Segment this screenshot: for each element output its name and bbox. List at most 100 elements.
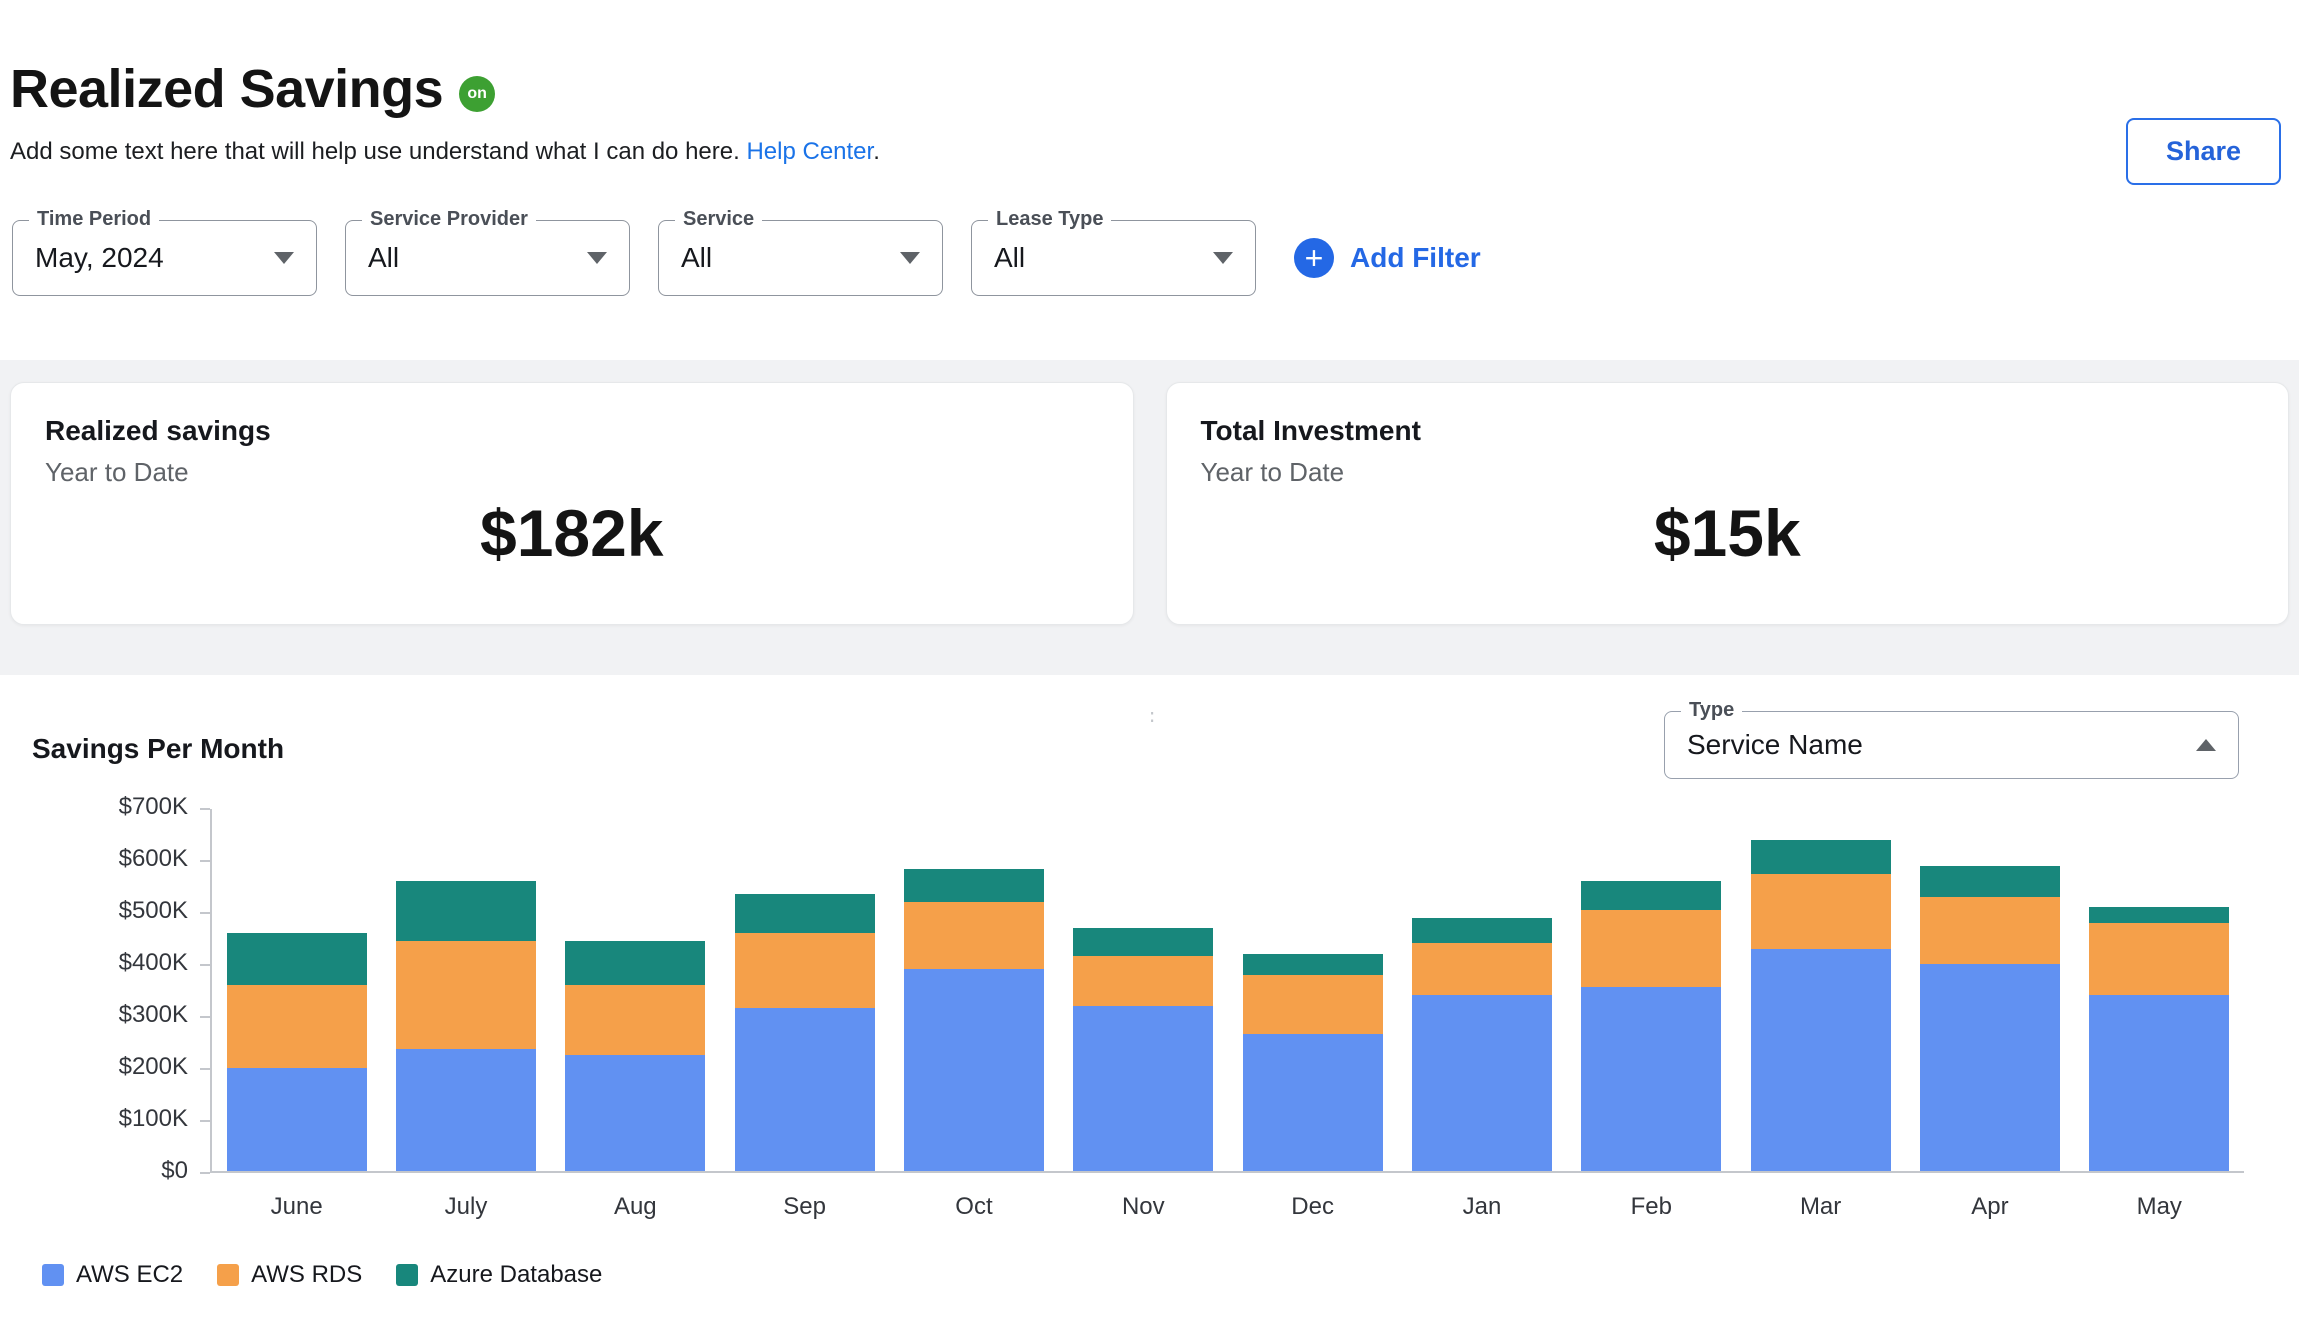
card-title: Total Investment	[1201, 415, 2255, 447]
page-title: Realized Savings	[10, 58, 443, 120]
bar-segment[interactable]	[227, 933, 367, 985]
bar-segment[interactable]	[1412, 918, 1552, 944]
bar-segment[interactable]	[1243, 1034, 1383, 1171]
plus-icon: +	[1294, 238, 1334, 278]
bar-segment[interactable]	[1581, 881, 1721, 909]
x-axis-label: Dec	[1243, 1193, 1383, 1221]
bar-june[interactable]	[227, 809, 367, 1171]
bar-segment[interactable]	[227, 985, 367, 1068]
help-center-link[interactable]: Help Center	[746, 138, 873, 165]
bar-segment[interactable]	[1751, 874, 1891, 949]
share-button[interactable]: Share	[2126, 118, 2281, 185]
chart-type-select[interactable]: Type Service Name	[1664, 711, 2239, 779]
y-axis-label: $400K	[40, 949, 188, 977]
bar-apr[interactable]	[1920, 809, 2060, 1171]
bar-segment[interactable]	[1920, 964, 2060, 1171]
bar-segment[interactable]	[1751, 840, 1891, 874]
bar-segment[interactable]	[396, 941, 536, 1050]
bar-jan[interactable]	[1412, 809, 1552, 1171]
bar-segment[interactable]	[1243, 975, 1383, 1034]
bar-segment[interactable]	[1412, 943, 1552, 995]
bar-segment[interactable]	[1581, 910, 1721, 988]
bar-segment[interactable]	[1581, 987, 1721, 1171]
service-value: All	[681, 242, 712, 274]
card-subtitle: Year to Date	[45, 457, 1099, 488]
bar-aug[interactable]	[565, 809, 705, 1171]
bar-segment[interactable]	[565, 1055, 705, 1171]
bar-segment[interactable]	[565, 985, 705, 1055]
legend-swatch	[396, 1264, 418, 1286]
bar-segment[interactable]	[396, 1049, 536, 1171]
y-axis-tick	[200, 964, 210, 966]
bar-segment[interactable]	[2089, 995, 2229, 1171]
bar-segment[interactable]	[2089, 923, 2229, 995]
x-axis-label: Aug	[565, 1193, 705, 1221]
service-select[interactable]: Service All	[658, 220, 943, 296]
bar-july[interactable]	[396, 809, 536, 1171]
bar-segment[interactable]	[2089, 907, 2229, 923]
type-value: Service Name	[1687, 729, 1863, 761]
x-axis-label: Nov	[1073, 1193, 1213, 1221]
page-subtitle: Add some text here that will help use un…	[10, 138, 2259, 166]
add-filter-button[interactable]: + Add Filter	[1294, 238, 1481, 278]
drag-handle-icon: ∶	[1150, 705, 1157, 730]
bar-segment[interactable]	[1412, 995, 1552, 1171]
bar-feb[interactable]	[1581, 809, 1721, 1171]
legend-label: Azure Database	[430, 1261, 602, 1289]
bar-segment[interactable]	[735, 933, 875, 1008]
service-label: Service	[675, 208, 762, 231]
bar-oct[interactable]	[904, 809, 1044, 1171]
lease-type-select[interactable]: Lease Type All	[971, 220, 1256, 296]
bar-sep[interactable]	[735, 809, 875, 1171]
lease-type-label: Lease Type	[988, 208, 1111, 231]
legend-item: Azure Database	[396, 1261, 602, 1289]
card-title: Realized savings	[45, 415, 1099, 447]
total-investment-card: Total Investment Year to Date $15k	[1166, 382, 2290, 625]
bar-mar[interactable]	[1751, 809, 1891, 1171]
x-axis-label: Feb	[1581, 1193, 1721, 1221]
y-axis-tick	[200, 912, 210, 914]
bar-segment[interactable]	[1920, 866, 2060, 897]
y-axis-tick	[200, 808, 210, 810]
y-axis-label: $100K	[40, 1105, 188, 1133]
chart-title: Savings Per Month	[32, 733, 284, 765]
card-subtitle: Year to Date	[1201, 457, 2255, 488]
bar-segment[interactable]	[1073, 956, 1213, 1005]
bar-segment[interactable]	[1243, 954, 1383, 975]
service-provider-select[interactable]: Service Provider All	[345, 220, 630, 296]
time-period-label: Time Period	[29, 208, 159, 231]
chevron-down-icon	[900, 252, 920, 264]
x-axis-labels: JuneJulyAugSepOctNovDecJanFebMarAprMay	[212, 1193, 2244, 1221]
stat-cards-band: Realized savings Year to Date $182k Tota…	[0, 360, 2299, 647]
bar-segment[interactable]	[1920, 897, 2060, 964]
bar-segment[interactable]	[904, 902, 1044, 969]
chart-legend: AWS EC2AWS RDSAzure Database	[42, 1261, 2273, 1289]
bar-segment[interactable]	[227, 1068, 367, 1171]
bar-nov[interactable]	[1073, 809, 1213, 1171]
bar-segment[interactable]	[904, 869, 1044, 903]
bar-segment[interactable]	[735, 894, 875, 933]
chevron-down-icon	[274, 252, 294, 264]
type-label: Type	[1681, 699, 1742, 722]
bar-segment[interactable]	[1073, 928, 1213, 956]
chevron-down-icon	[587, 252, 607, 264]
on-status-badge: on	[459, 76, 495, 112]
x-axis-label: July	[396, 1193, 536, 1221]
x-axis-label: Mar	[1751, 1193, 1891, 1221]
time-period-select[interactable]: Time Period May, 2024	[12, 220, 317, 296]
legend-label: AWS EC2	[76, 1261, 183, 1289]
legend-item: AWS EC2	[42, 1261, 183, 1289]
y-axis-tick	[200, 1120, 210, 1122]
bar-segment[interactable]	[904, 969, 1044, 1171]
bar-dec[interactable]	[1243, 809, 1383, 1171]
subtitle-text: Add some text here that will help use un…	[10, 138, 740, 165]
bar-segment[interactable]	[735, 1008, 875, 1171]
bar-segment[interactable]	[396, 881, 536, 940]
bar-segment[interactable]	[1073, 1006, 1213, 1171]
bar-segment[interactable]	[565, 941, 705, 985]
subtitle-period: .	[873, 138, 880, 165]
bar-may[interactable]	[2089, 809, 2229, 1171]
bar-segment[interactable]	[1751, 949, 1891, 1171]
y-axis-tick	[200, 1016, 210, 1018]
y-axis-label: $200K	[40, 1053, 188, 1081]
